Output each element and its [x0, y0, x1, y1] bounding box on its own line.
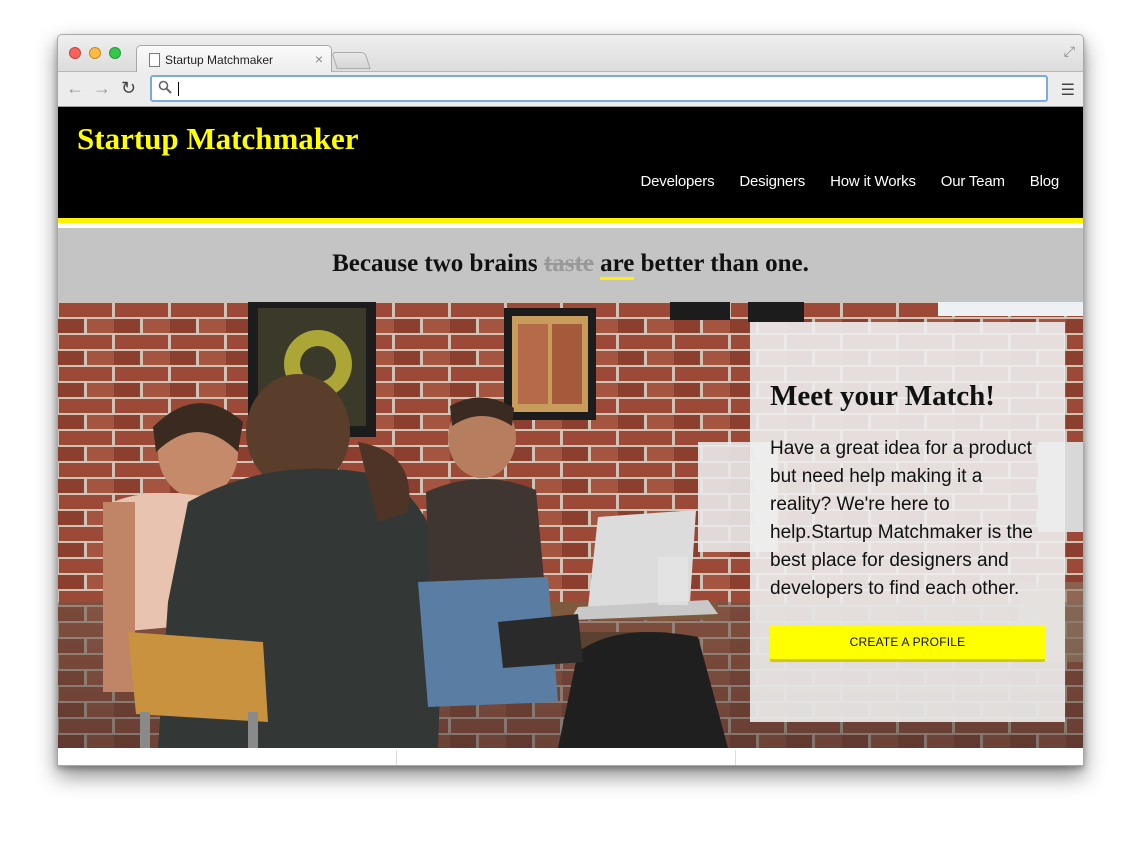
nav-designers[interactable]: Designers	[739, 173, 805, 190]
tagline-end: better than one.	[634, 250, 809, 277]
column-divider	[396, 750, 397, 765]
column-divider	[735, 750, 736, 765]
tagline-start: Because two brains	[332, 250, 544, 277]
browser-window: Startup Matchmaker × ⤢ ← → ↻ ☰ Startup M…	[57, 34, 1084, 766]
browser-toolbar: ← → ↻ ☰	[58, 72, 1083, 107]
create-profile-button[interactable]: CREATE A PROFILE	[770, 625, 1045, 662]
hero-card: Meet your Match! Have a great idea for a…	[750, 322, 1065, 722]
content-below-fold	[58, 748, 1083, 765]
tab-title: Startup Matchmaker	[165, 53, 274, 67]
close-tab-icon[interactable]: ×	[315, 51, 323, 67]
hero-section: Meet your Match! Have a great idea for a…	[58, 302, 1083, 748]
tagline-struck-word: taste	[543, 250, 594, 277]
reload-icon[interactable]: ↻	[121, 78, 136, 99]
nav-how-it-works[interactable]: How it Works	[830, 173, 916, 190]
browser-tab[interactable]: Startup Matchmaker ×	[136, 45, 332, 73]
nav-blog[interactable]: Blog	[1030, 173, 1059, 190]
address-bar[interactable]	[150, 75, 1048, 102]
forward-arrow-icon[interactable]: →	[93, 78, 111, 99]
site-header: Startup Matchmaker Developers Designers …	[58, 107, 1083, 223]
site-logo[interactable]: Startup Matchmaker	[77, 121, 359, 157]
hero-description: Have a great idea for a product but need…	[770, 438, 1033, 599]
title-bar: Startup Matchmaker × ⤢	[58, 35, 1083, 73]
close-window-button[interactable]	[69, 47, 81, 59]
new-tab-button[interactable]	[331, 52, 371, 69]
minimize-window-button[interactable]	[89, 47, 101, 59]
back-arrow-icon[interactable]: ←	[66, 78, 84, 99]
nav-developers[interactable]: Developers	[641, 173, 715, 190]
text-caret	[178, 82, 179, 96]
page-viewport: Startup Matchmaker Developers Designers …	[58, 107, 1083, 765]
zoom-window-button[interactable]	[109, 47, 121, 59]
main-nav: Developers Designers How it Works Our Te…	[641, 173, 1060, 190]
search-icon	[158, 80, 172, 94]
page-icon	[149, 53, 160, 67]
nav-our-team[interactable]: Our Team	[941, 173, 1005, 190]
tagline-underlined-word: are	[600, 250, 635, 280]
tagline: Because two brains taste are better than…	[58, 228, 1083, 302]
fullscreen-icon[interactable]: ⤢	[1064, 43, 1075, 60]
hero-heading: Meet your Match!	[770, 380, 995, 412]
menu-icon[interactable]: ☰	[1061, 80, 1075, 100]
